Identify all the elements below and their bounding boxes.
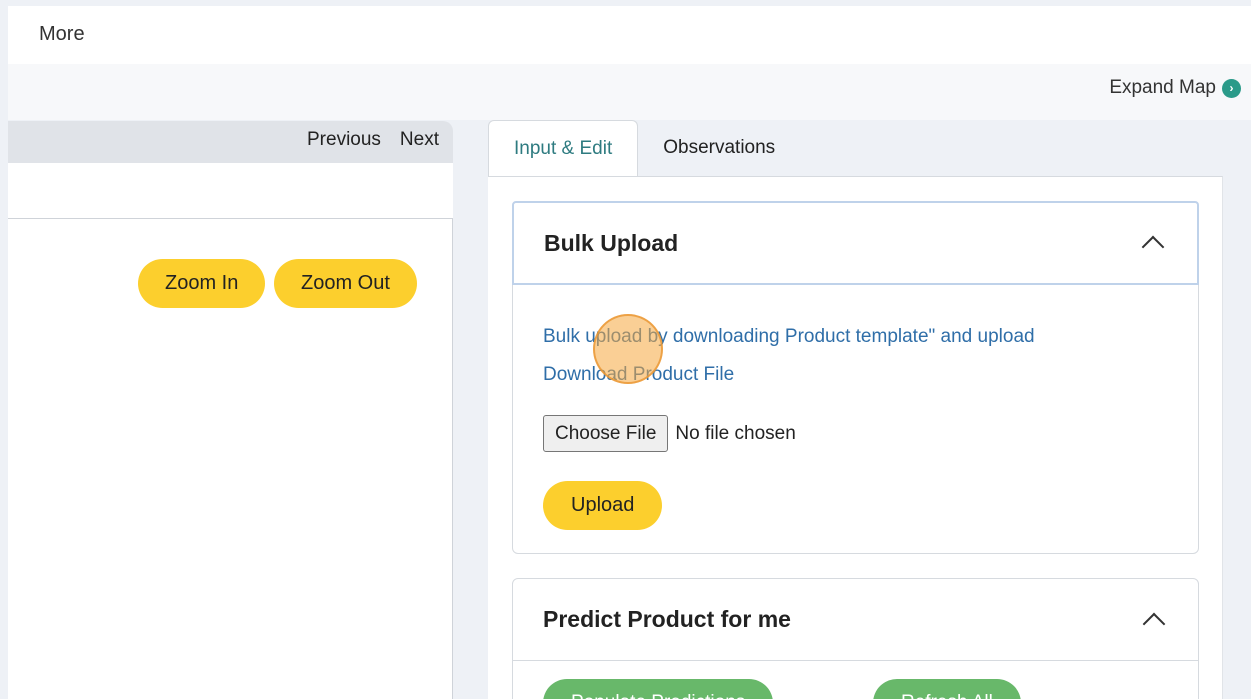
- predict-product-header[interactable]: Predict Product for me: [513, 579, 1198, 661]
- map-panel-subheader: [8, 163, 453, 218]
- chevron-up-icon[interactable]: [1142, 612, 1166, 635]
- more-menu[interactable]: More: [39, 23, 85, 46]
- download-product-file-link[interactable]: Download Product File: [543, 364, 734, 386]
- upload-button[interactable]: Upload: [543, 481, 663, 530]
- predict-product-card: Predict Product for me Populate Predicti…: [512, 578, 1199, 699]
- map-panel: Zoom In Zoom Out: [8, 218, 453, 699]
- previous-button[interactable]: Previous: [307, 129, 381, 151]
- tab-observations[interactable]: Observations: [638, 120, 801, 176]
- chevron-right-circle-icon: ›: [1222, 78, 1241, 98]
- populate-predictions-button[interactable]: Populate Predictions: [543, 679, 774, 699]
- zoom-in-button[interactable]: Zoom In: [138, 259, 266, 308]
- map-toolbar: Expand Map ›: [8, 64, 1251, 120]
- top-nav-bar: More: [8, 6, 1251, 64]
- file-status-text: No file chosen: [675, 422, 796, 444]
- bulk-upload-instruction-link[interactable]: Bulk upload by downloading Product templ…: [543, 326, 1035, 348]
- bulk-upload-title: Bulk Upload: [544, 229, 679, 256]
- bulk-upload-header[interactable]: Bulk Upload: [512, 201, 1199, 285]
- predict-product-title: Predict Product for me: [543, 606, 791, 632]
- expand-map-button[interactable]: Expand Map ›: [1109, 77, 1241, 99]
- map-panel-header: Previous Next: [8, 121, 453, 163]
- zoom-out-button[interactable]: Zoom Out: [274, 259, 417, 308]
- tab-input-edit[interactable]: Input & Edit: [488, 120, 639, 176]
- file-input: Choose File No file chosen: [543, 415, 796, 452]
- tab-content-panel: Bulk Upload Bulk upload by downloading P…: [488, 176, 1223, 699]
- refresh-all-button[interactable]: Refresh All: [873, 679, 1021, 699]
- bulk-upload-card: Bulk Upload Bulk upload by downloading P…: [512, 201, 1199, 554]
- next-button[interactable]: Next: [400, 129, 439, 151]
- chevron-up-icon[interactable]: [1141, 235, 1165, 259]
- expand-map-label: Expand Map: [1109, 77, 1216, 98]
- tab-bar: Input & Edit Observations: [488, 120, 801, 176]
- choose-file-button[interactable]: Choose File: [543, 415, 669, 452]
